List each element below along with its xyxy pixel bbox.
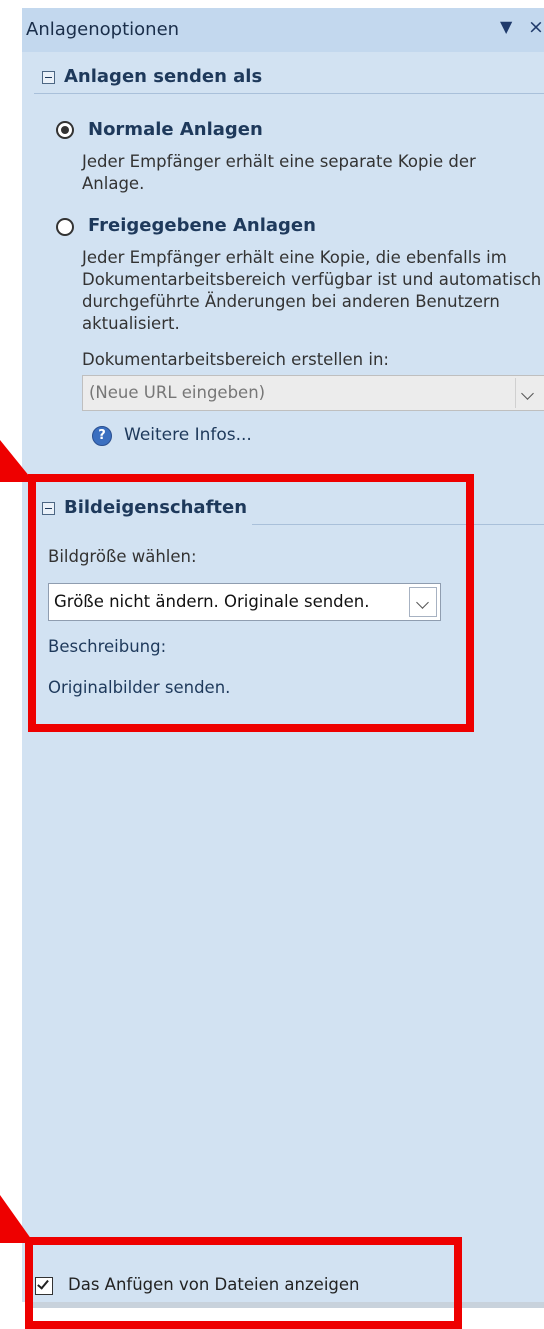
workspace-url-dropdown-button[interactable] xyxy=(515,378,542,408)
pane-menu-dropdown-icon[interactable]: ▼ xyxy=(500,17,512,36)
pane-title: Anlagenoptionen xyxy=(26,19,180,40)
normal-attachments-radio[interactable] xyxy=(56,121,74,139)
workspace-url-combobox[interactable]: (Neue URL eingeben) xyxy=(82,375,544,411)
send-as-heading: Anlagen senden als xyxy=(64,66,263,87)
more-info-link[interactable]: Weitere Infos... xyxy=(124,425,252,445)
collapse-send-as-icon[interactable] xyxy=(42,71,55,84)
highlight-box-footer xyxy=(25,1237,462,1329)
shared-attachments-label[interactable]: Freigegebene Anlagen xyxy=(88,215,316,236)
chevron-down-icon xyxy=(521,387,534,400)
normal-attachments-label[interactable]: Normale Anlagen xyxy=(88,119,263,140)
annotation-arrow-bottom xyxy=(0,1195,34,1243)
highlight-box-image-properties xyxy=(28,474,474,732)
pane-close-icon[interactable]: × xyxy=(528,16,544,38)
annotation-arrow-top xyxy=(0,440,34,482)
pane-titlebar: Anlagenoptionen ▼ × xyxy=(22,8,544,52)
normal-attachments-description: Jeder Empfänger erhält eine separate Kop… xyxy=(82,152,476,193)
workspace-url-value: (Neue URL eingeben) xyxy=(89,383,266,402)
shared-attachments-description: Jeder Empfänger erhält eine Kopie, die e… xyxy=(82,248,542,333)
help-icon[interactable]: ? xyxy=(92,426,112,446)
workspace-label: Dokumentarbeitsbereich erstellen in: xyxy=(82,350,389,369)
section-divider xyxy=(34,93,544,94)
shared-attachments-radio[interactable] xyxy=(56,218,74,236)
radio-selected-dot xyxy=(61,126,69,134)
